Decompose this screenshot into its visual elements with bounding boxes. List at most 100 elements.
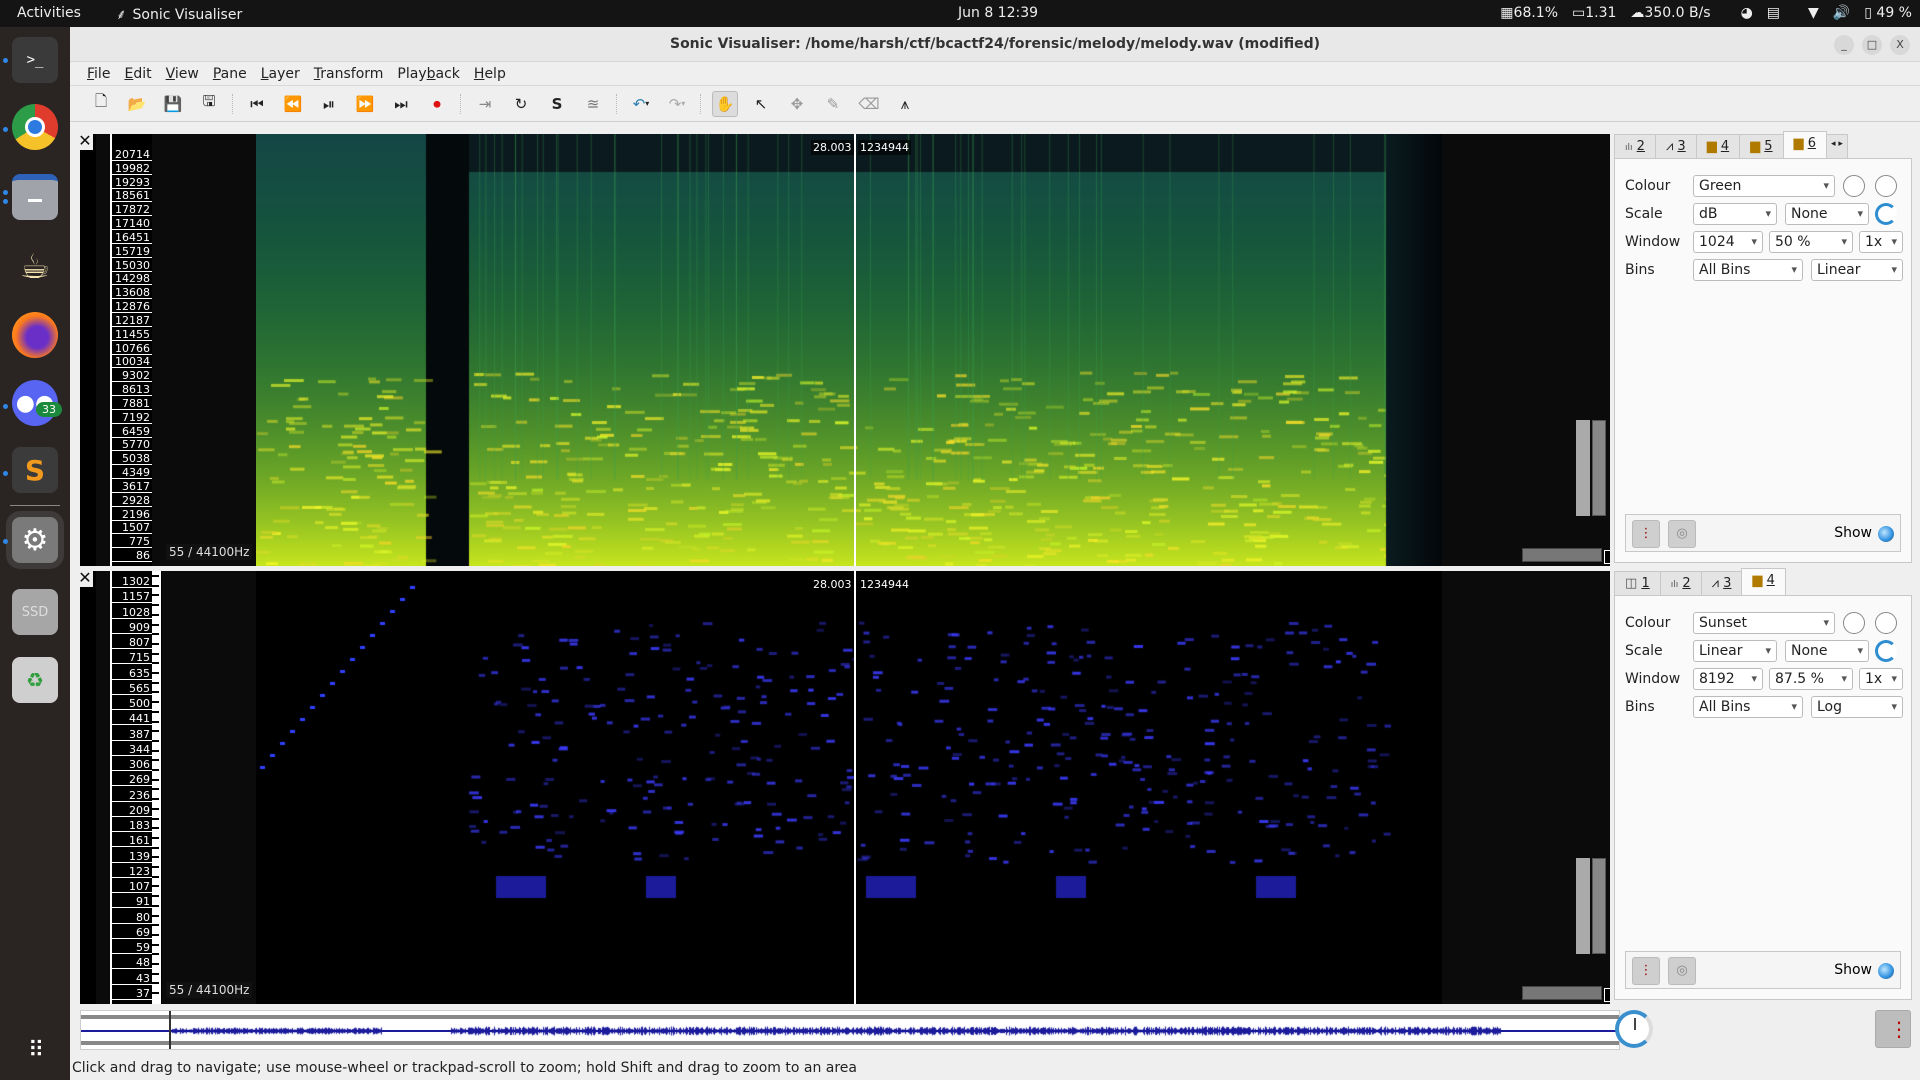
menu-pane[interactable]: Pane xyxy=(206,66,254,82)
rewind-start-button[interactable]: ⏮ xyxy=(244,91,270,117)
play-parameters-button[interactable]: ⋮ xyxy=(1632,957,1660,985)
undo-button[interactable]: ↶ ▾ xyxy=(628,91,654,117)
clipboard-icon[interactable]: ▤ xyxy=(1767,5,1780,21)
close-button[interactable]: X xyxy=(1890,35,1910,55)
gain-knob[interactable] xyxy=(1843,175,1865,197)
oversampling-select[interactable]: 1x xyxy=(1859,668,1903,690)
layer-tab-4[interactable]: ▆ 4 xyxy=(1695,134,1741,158)
layer-tab-2[interactable]: ılı 2 xyxy=(1659,571,1702,595)
playback-speed-knob[interactable] xyxy=(1615,1010,1653,1048)
horizontal-zoom-slider[interactable] xyxy=(1522,548,1602,562)
maximize-button[interactable]: □ xyxy=(1862,35,1882,55)
layer-settings-button[interactable]: ◎ xyxy=(1668,520,1696,548)
bin-scale-select[interactable]: Log xyxy=(1811,696,1903,718)
window-overlap-select[interactable]: 87.5 % xyxy=(1769,668,1853,690)
vertical-zoom-slider[interactable] xyxy=(1592,858,1606,954)
show-applications-button[interactable]: ⠿ xyxy=(12,1027,58,1073)
load-indicator[interactable]: ▭1.31 xyxy=(1572,5,1616,21)
layer-tab-4[interactable]: ▆ 4 xyxy=(1741,568,1786,595)
cpu-indicator[interactable]: ▦68.1% xyxy=(1500,5,1558,21)
bins-select[interactable]: All Bins xyxy=(1693,259,1803,281)
solo-button[interactable]: S xyxy=(544,91,570,117)
menu-playback[interactable]: Playback xyxy=(390,66,466,82)
dock-terminal[interactable]: >_ xyxy=(12,37,58,83)
vertical-zoom-thumb[interactable] xyxy=(1576,858,1590,954)
dock-sublime-text[interactable]: S xyxy=(12,447,58,493)
app-menu[interactable]: ⸙ Sonic Visualiser xyxy=(116,5,242,24)
save-button[interactable]: 💾 xyxy=(160,91,186,117)
close-pane-button[interactable]: ✕ xyxy=(77,568,93,587)
dock-ssd-drive[interactable]: SSD xyxy=(12,589,58,635)
measure-tool-button[interactable]: ⩚ xyxy=(892,91,918,117)
overview-view-window[interactable] xyxy=(169,1011,171,1049)
normalize-select[interactable]: None xyxy=(1785,640,1869,662)
colour-select[interactable]: Green xyxy=(1693,175,1835,197)
vertical-zoom-slider[interactable] xyxy=(1592,420,1606,516)
tab-scroll-arrows[interactable]: ◂ ▸ xyxy=(1825,134,1848,158)
pane-2-view[interactable]: 1302 1157 1028 909 807 715 635 565 500 441 387 344 3… xyxy=(96,571,1620,1004)
activities-button[interactable]: Activities xyxy=(17,5,81,21)
record-button[interactable]: ⏺ xyxy=(424,91,450,117)
clock[interactable]: Jun 8 12:39 xyxy=(958,5,1038,21)
dock-chrome[interactable] xyxy=(12,104,58,150)
horizontal-zoom-slider[interactable] xyxy=(1522,986,1602,1000)
window-size-select[interactable]: 1024 xyxy=(1693,231,1763,253)
show-toggle[interactable] xyxy=(1878,963,1894,979)
menu-help[interactable]: Help xyxy=(467,66,513,82)
playhead[interactable] xyxy=(854,571,856,1004)
erase-tool-button[interactable]: ⌫ xyxy=(856,91,882,117)
draw-tool-button[interactable]: ✎ xyxy=(820,91,846,117)
gain-knob[interactable] xyxy=(1843,612,1865,634)
menu-view[interactable]: View xyxy=(159,66,206,82)
playback-level-meter-button[interactable]: ⋮ xyxy=(1875,1010,1911,1048)
loop-button[interactable]: ↻ xyxy=(508,91,534,117)
vertical-zoom-thumb[interactable] xyxy=(1576,420,1590,516)
menu-transform[interactable]: Transform xyxy=(307,66,391,82)
dock-firefox[interactable] xyxy=(12,312,58,358)
select-tool-button[interactable]: ↖ xyxy=(748,91,774,117)
bin-scale-select[interactable]: Linear xyxy=(1811,259,1903,281)
menu-edit[interactable]: Edit xyxy=(117,66,158,82)
play-pause-button[interactable]: ⏯ xyxy=(316,91,342,117)
layer-tab-6[interactable]: ▆ 6 xyxy=(1782,131,1827,158)
wifi-icon[interactable]: ▼ xyxy=(1808,5,1819,21)
playhead[interactable] xyxy=(854,134,856,566)
spectrogram-green[interactable]: 28.003 1234944 xyxy=(256,134,1442,566)
dock-settings[interactable]: ⚙ xyxy=(12,517,58,563)
battery-indicator[interactable]: ▯ 49 % xyxy=(1864,5,1912,21)
window-overlap-select[interactable]: 50 % xyxy=(1769,231,1853,253)
oversampling-select[interactable]: 1x xyxy=(1859,231,1903,253)
volume-icon[interactable]: 🔊 xyxy=(1833,5,1850,21)
window-size-select[interactable]: 8192 xyxy=(1693,668,1763,690)
align-button[interactable]: ≊ xyxy=(580,91,606,117)
layer-tab-3[interactable]: ⩘ 3 xyxy=(1700,571,1743,595)
menu-layer[interactable]: Layer xyxy=(254,66,307,82)
threshold-knob[interactable] xyxy=(1875,612,1897,634)
colour-rotation-knob[interactable] xyxy=(1875,203,1897,225)
save-as-button[interactable]: 🖫 xyxy=(196,91,222,117)
open-button[interactable]: 📂 xyxy=(124,91,150,117)
dock-trash[interactable]: ♻ xyxy=(12,657,58,703)
layer-tab-5[interactable]: ▆ 5 xyxy=(1739,134,1784,158)
layer-tab-2[interactable]: ılı 2 xyxy=(1614,134,1656,158)
network-speed-indicator[interactable]: ☁350.0 B/s xyxy=(1630,5,1710,21)
window-titlebar[interactable]: Sonic Visualiser: /home/harsh/ctf/bcactf… xyxy=(70,27,1920,62)
menu-file[interactable]: File xyxy=(80,66,117,82)
scale-select[interactable]: dB xyxy=(1693,203,1777,225)
layer-tab-3[interactable]: ⩘ 3 xyxy=(1654,134,1697,158)
dock-files[interactable] xyxy=(12,174,58,220)
layer-settings-button[interactable]: ◎ xyxy=(1668,957,1696,985)
pane-1-view[interactable]: 20714 19982 19293 18561 17872 17140 16451 15719… xyxy=(96,134,1620,566)
normalize-select[interactable]: None xyxy=(1785,203,1869,225)
redo-button[interactable]: ↷ ▾ xyxy=(664,91,690,117)
threshold-knob[interactable] xyxy=(1875,175,1897,197)
discord-tray-icon[interactable]: ◕ xyxy=(1741,5,1753,21)
spectrogram-sunset[interactable]: 28.003 1234944 xyxy=(256,571,1442,1004)
minimize-button[interactable]: _ xyxy=(1834,35,1854,55)
scale-select[interactable]: Linear xyxy=(1693,640,1777,662)
navigate-tool-button[interactable]: ✋ xyxy=(712,90,738,117)
bins-select[interactable]: All Bins xyxy=(1693,696,1803,718)
layer-tab-1[interactable]: ◫ 1 xyxy=(1614,571,1661,595)
fast-forward-end-button[interactable]: ⏭ xyxy=(388,91,414,117)
colour-select[interactable]: Sunset xyxy=(1693,612,1835,634)
